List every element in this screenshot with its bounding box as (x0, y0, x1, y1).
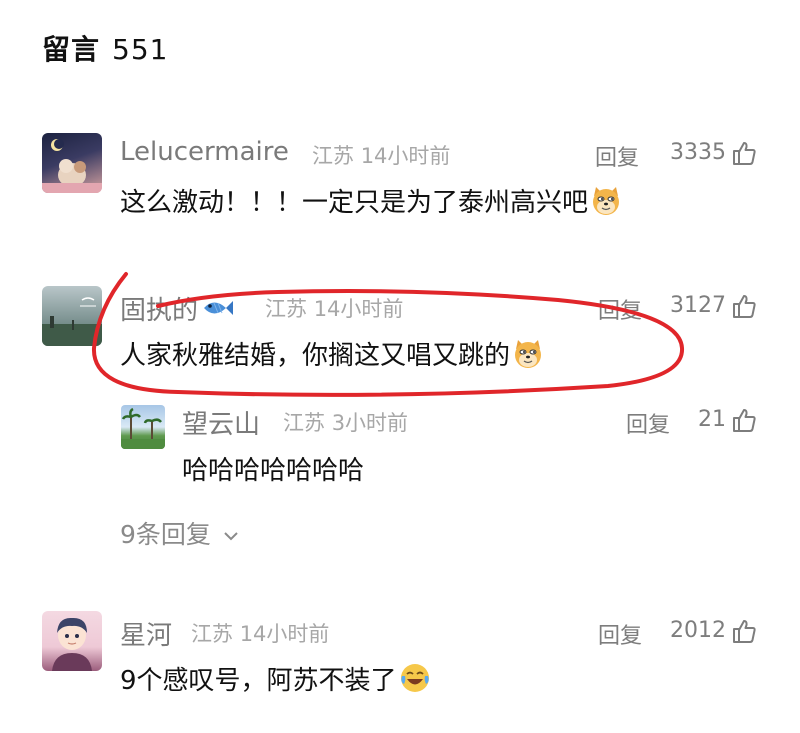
reply-location: 江苏 (283, 411, 325, 435)
comment-meta: 江苏 14小时前 (312, 140, 450, 170)
laughing-crying-emoji-icon (399, 662, 431, 701)
comment-meta: 江苏 14小时前 (191, 618, 329, 648)
comment-text-body: 9个感叹号，阿苏不装了 (120, 666, 397, 696)
reply-time: 3小时前 (331, 411, 409, 435)
comment-text-body: 这么激动！！！一定只是为了泰州高兴吧 (120, 188, 589, 218)
avatar[interactable] (121, 405, 165, 449)
reply-button[interactable]: 回复 (595, 140, 639, 172)
reply-button[interactable]: 回复 (626, 407, 670, 439)
thumbs-up-icon[interactable] (731, 407, 757, 433)
more-replies-link[interactable]: 9条回复 (120, 515, 239, 551)
like-count: 3127 (670, 293, 726, 318)
avatar[interactable] (42, 133, 102, 193)
like-count: 2012 (670, 618, 726, 643)
comment-text-body: 人家秋雅结婚，你搁这又唱又跳的 (120, 341, 511, 371)
comment-location: 江苏 (312, 144, 354, 168)
reply-text: 哈哈哈哈哈哈哈 (182, 456, 365, 486)
avatar[interactable] (42, 611, 102, 671)
doge-emoji-icon (512, 337, 544, 376)
comment-username[interactable]: 星河 (120, 615, 172, 652)
comment-time: 14小时前 (313, 297, 404, 321)
chevron-down-icon (224, 532, 238, 541)
comment-meta: 江苏 14小时前 (265, 293, 403, 323)
comment-time: 14小时前 (239, 622, 330, 646)
like-count: 3335 (670, 140, 726, 165)
avatar[interactable] (42, 286, 102, 346)
comment-text: 9个感叹号，阿苏不装了 (120, 660, 431, 701)
more-replies-label: 9条回复 (120, 520, 211, 549)
reply-username[interactable]: 望云山 (182, 404, 260, 441)
fish-emoji-icon (200, 295, 234, 328)
thumbs-up-icon[interactable] (731, 140, 757, 166)
page-title: 留言 551 (42, 28, 168, 68)
comment-location: 江苏 (265, 297, 307, 321)
thumbs-up-icon[interactable] (731, 293, 757, 319)
comment-text: 这么激动！！！一定只是为了泰州高兴吧 (120, 182, 622, 223)
comment-location: 江苏 (191, 622, 233, 646)
comment-username-text: 固执的 (120, 296, 199, 326)
comment-username[interactable]: 固执的 (120, 290, 234, 328)
comment-time: 14小时前 (360, 144, 451, 168)
reply-button[interactable]: 回复 (598, 618, 642, 650)
comments-label: 留言 (42, 33, 101, 66)
reply-meta: 江苏 3小时前 (283, 407, 408, 437)
comments-count: 551 (112, 33, 169, 66)
comment-text: 人家秋雅结婚，你搁这又唱又跳的 (120, 335, 544, 376)
doge-emoji-icon (590, 184, 622, 223)
thumbs-up-icon[interactable] (731, 618, 757, 644)
reply-button[interactable]: 回复 (598, 293, 642, 325)
like-count: 21 (698, 407, 726, 432)
comment-username[interactable]: Lelucermaire (120, 137, 289, 167)
